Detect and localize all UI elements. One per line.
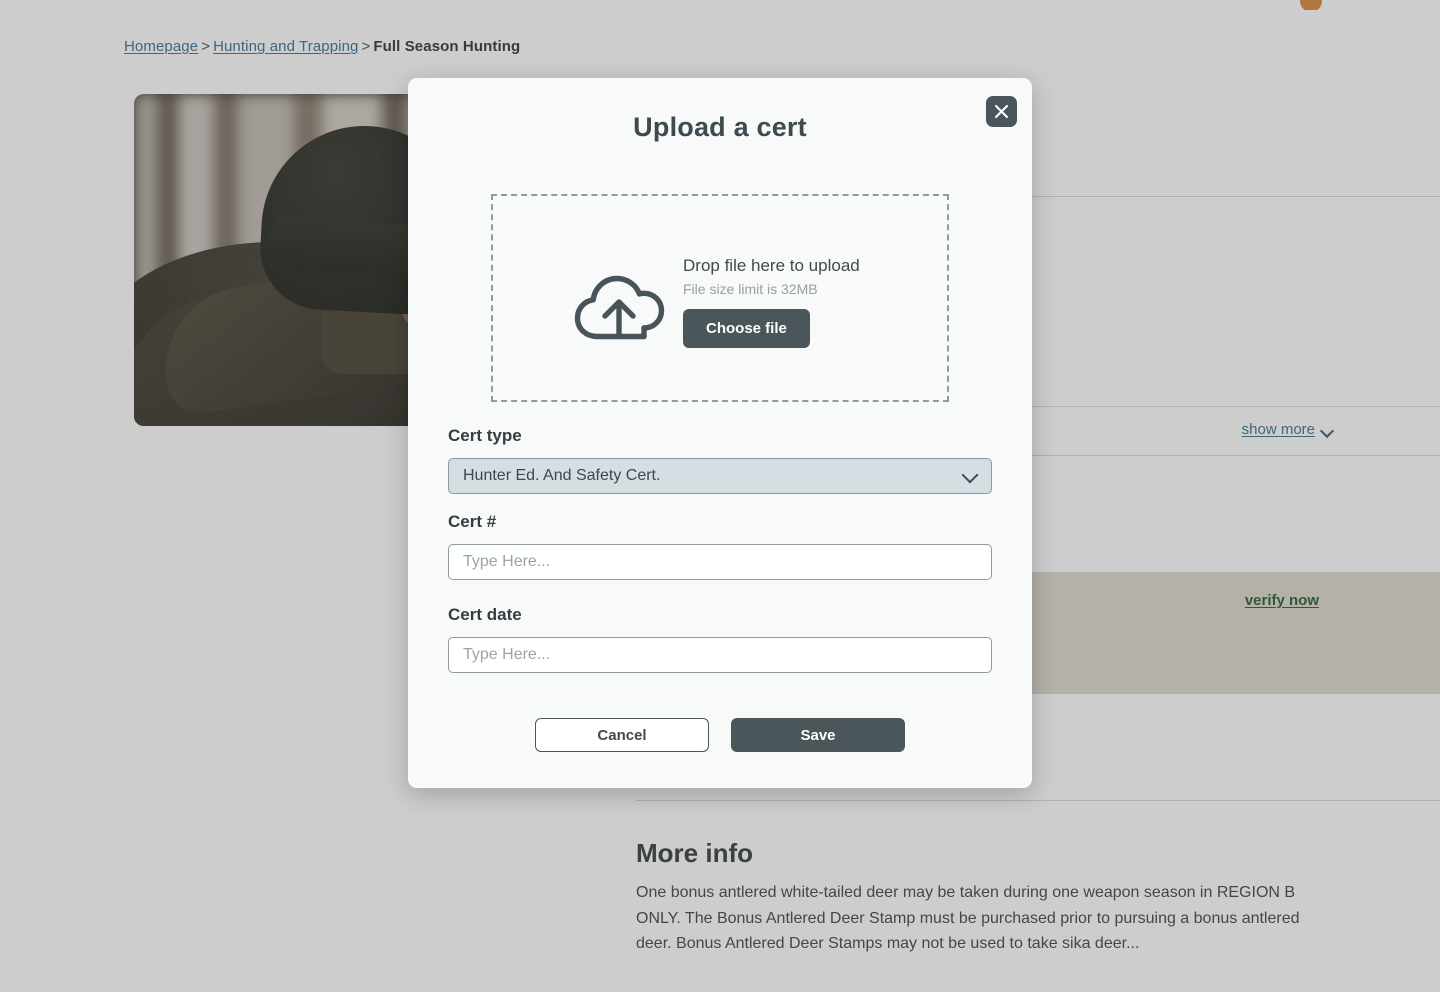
cert-date-label: Cert date [448,605,522,624]
modal-title: Upload a cert [633,112,807,142]
cert-date-input[interactable] [448,637,992,673]
upload-cert-modal: Upload a cert Drop file here to upload F… [408,78,1032,788]
cert-type-select[interactable] [448,458,992,494]
choose-file-button[interactable]: Choose file [683,309,810,348]
cert-type-label: Cert type [448,426,522,445]
cert-number-label: Cert # [448,512,497,531]
close-icon[interactable] [986,96,1017,127]
file-dropzone[interactable]: Drop file here to upload File size limit… [491,194,949,402]
dropzone-text-group: Drop file here to upload File size limit… [683,256,860,348]
dropzone-title: Drop file here to upload [683,256,860,275]
cancel-button[interactable]: Cancel [535,718,709,752]
cert-number-input[interactable] [448,544,992,580]
save-button[interactable]: Save [731,718,905,752]
cloud-upload-icon [573,270,665,353]
modal-action-row: Cancel Save [408,718,1032,752]
dropzone-subtitle: File size limit is 32MB [683,281,818,297]
